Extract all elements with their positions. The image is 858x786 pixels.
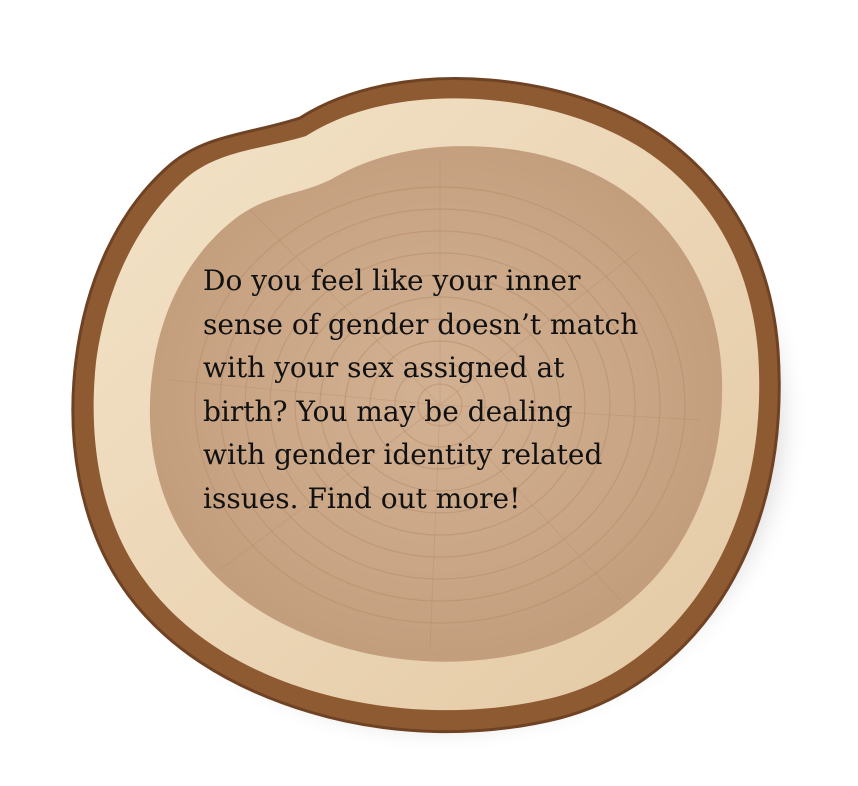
slice-message: Do you feel like your inner sense of gen…: [203, 264, 639, 515]
wood-slice-card: Do you feel like your inner sense of gen…: [0, 0, 858, 786]
